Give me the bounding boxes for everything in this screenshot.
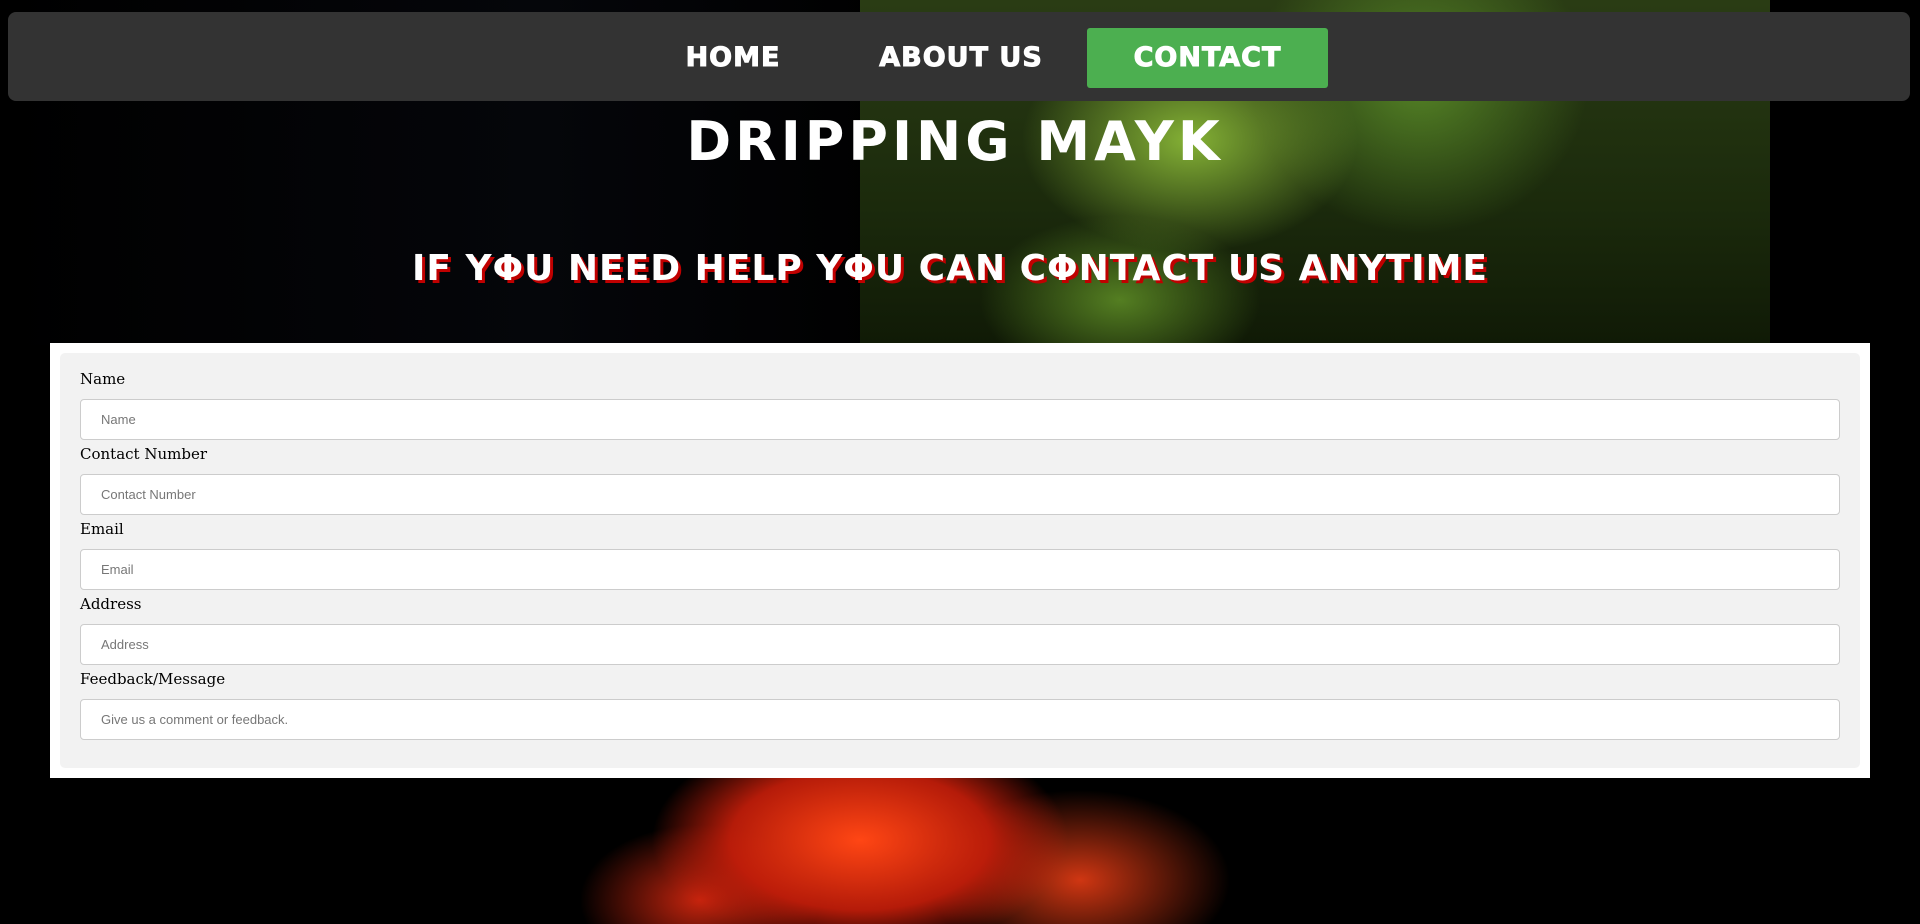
contact-form: Name Contact Number Email Address Feedba… <box>60 353 1860 768</box>
feedback-input[interactable] <box>80 699 1840 740</box>
contact-form-container: Name Contact Number Email Address Feedba… <box>50 343 1870 778</box>
contact-number-label: Contact Number <box>80 445 207 463</box>
top-navigation-bar: HOME ABOUT US CONTACT <box>8 12 1910 101</box>
name-label: Name <box>80 370 126 388</box>
background-orange-image <box>560 770 1300 924</box>
nav-contact-link[interactable]: CONTACT <box>1087 28 1328 88</box>
feedback-label: Feedback/Message <box>80 670 226 688</box>
email-input[interactable] <box>80 549 1840 590</box>
contact-number-input[interactable] <box>80 474 1840 515</box>
site-title: DRIPPING MAYK <box>686 110 1224 173</box>
nav-about-us-link[interactable]: ABOUT US <box>856 28 1066 88</box>
nav-home-link[interactable]: HOME <box>664 28 802 88</box>
address-input[interactable] <box>80 624 1840 665</box>
address-label: Address <box>80 595 142 613</box>
page: HOME ABOUT US CONTACT DRIPPING MAYK IF Y… <box>0 0 1920 924</box>
page-subtitle: IF YΦU NEED HELP YΦU CAN CΦNTACT US ANYT… <box>411 248 1489 289</box>
name-input[interactable] <box>80 399 1840 440</box>
email-label: Email <box>80 520 124 538</box>
